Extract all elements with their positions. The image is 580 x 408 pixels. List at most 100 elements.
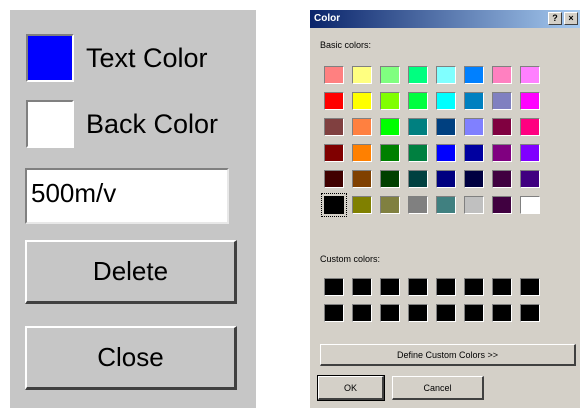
basic-color-cell[interactable] <box>320 192 348 218</box>
basic-color-cell[interactable] <box>516 192 544 218</box>
basic-color-cell[interactable] <box>488 166 516 192</box>
basic-color-cell[interactable] <box>348 192 376 218</box>
custom-color-cell[interactable] <box>404 300 432 326</box>
custom-colors-label: Custom colors: <box>320 254 381 264</box>
color-chip <box>324 118 344 136</box>
custom-color-cell[interactable] <box>516 300 544 326</box>
basic-color-cell[interactable] <box>432 192 460 218</box>
color-chip <box>324 170 344 188</box>
basic-color-cell[interactable] <box>488 62 516 88</box>
color-chip <box>352 92 372 110</box>
delete-button[interactable]: Delete <box>25 240 237 304</box>
color-chip <box>324 92 344 110</box>
basic-color-cell[interactable] <box>376 62 404 88</box>
color-chip <box>352 196 372 214</box>
custom-color-cell[interactable] <box>516 274 544 300</box>
color-chip <box>408 278 428 296</box>
custom-color-cell[interactable] <box>460 274 488 300</box>
channel-settings-panel: Text Color Back Color 500m/v Delete Clos… <box>10 10 256 408</box>
text-color-swatch[interactable] <box>26 34 74 82</box>
basic-color-cell[interactable] <box>348 114 376 140</box>
scale-value-field[interactable]: 500m/v <box>25 168 229 224</box>
custom-color-cell[interactable] <box>348 300 376 326</box>
custom-color-cell[interactable] <box>404 274 432 300</box>
color-chip <box>324 196 344 214</box>
basic-color-cell[interactable] <box>320 62 348 88</box>
basic-color-cell[interactable] <box>348 166 376 192</box>
ok-button[interactable]: OK <box>317 375 385 401</box>
text-color-label: Text Color <box>86 42 208 73</box>
custom-color-cell[interactable] <box>376 300 404 326</box>
color-chip <box>492 66 512 84</box>
basic-color-cell[interactable] <box>404 88 432 114</box>
basic-color-cell[interactable] <box>404 166 432 192</box>
custom-color-cell[interactable] <box>348 274 376 300</box>
cancel-button[interactable]: Cancel <box>392 376 484 400</box>
custom-color-cell[interactable] <box>460 300 488 326</box>
basic-color-cell[interactable] <box>320 114 348 140</box>
custom-color-cell[interactable] <box>320 300 348 326</box>
basic-color-cell[interactable] <box>320 166 348 192</box>
basic-color-cell[interactable] <box>348 140 376 166</box>
basic-color-cell[interactable] <box>516 166 544 192</box>
basic-color-cell[interactable] <box>516 62 544 88</box>
custom-color-cell[interactable] <box>432 300 460 326</box>
basic-color-cell[interactable] <box>376 166 404 192</box>
basic-color-cell[interactable] <box>320 140 348 166</box>
dialog-titlebar: Color ? × <box>310 10 580 28</box>
basic-color-cell[interactable] <box>376 114 404 140</box>
color-chip <box>408 118 428 136</box>
basic-color-cell[interactable] <box>432 62 460 88</box>
custom-colors-grid <box>320 274 544 326</box>
basic-color-cell[interactable] <box>460 114 488 140</box>
basic-color-cell[interactable] <box>404 62 432 88</box>
color-chip <box>464 118 484 136</box>
custom-color-cell[interactable] <box>376 274 404 300</box>
basic-color-cell[interactable] <box>460 166 488 192</box>
basic-color-cell[interactable] <box>376 140 404 166</box>
basic-color-cell[interactable] <box>348 88 376 114</box>
color-chip <box>492 196 512 214</box>
basic-color-cell[interactable] <box>488 140 516 166</box>
custom-color-cell[interactable] <box>432 274 460 300</box>
close-icon[interactable]: × <box>564 12 578 25</box>
basic-color-cell[interactable] <box>432 114 460 140</box>
basic-color-cell[interactable] <box>432 166 460 192</box>
basic-color-cell[interactable] <box>320 88 348 114</box>
basic-color-cell[interactable] <box>376 192 404 218</box>
color-chip <box>380 144 400 162</box>
color-dialog: Color ? × Basic colors: Custom colors: D… <box>310 10 580 408</box>
basic-color-cell[interactable] <box>460 88 488 114</box>
custom-color-cell[interactable] <box>488 274 516 300</box>
basic-color-cell[interactable] <box>376 88 404 114</box>
custom-color-cell[interactable] <box>320 274 348 300</box>
close-button[interactable]: Close <box>25 326 237 390</box>
help-icon[interactable]: ? <box>548 12 562 25</box>
basic-color-cell[interactable] <box>488 88 516 114</box>
basic-color-cell[interactable] <box>516 140 544 166</box>
back-color-swatch[interactable] <box>26 100 74 148</box>
color-chip <box>324 304 344 322</box>
basic-color-cell[interactable] <box>460 62 488 88</box>
basic-color-cell[interactable] <box>516 88 544 114</box>
basic-color-cell[interactable] <box>460 192 488 218</box>
basic-color-cell[interactable] <box>404 114 432 140</box>
basic-color-cell[interactable] <box>404 140 432 166</box>
basic-colors-grid <box>320 62 544 218</box>
color-chip <box>380 92 400 110</box>
basic-color-cell[interactable] <box>432 140 460 166</box>
basic-color-cell[interactable] <box>432 88 460 114</box>
basic-color-cell[interactable] <box>348 62 376 88</box>
basic-color-cell[interactable] <box>516 114 544 140</box>
basic-color-cell[interactable] <box>488 192 516 218</box>
color-chip <box>436 170 456 188</box>
custom-color-cell[interactable] <box>488 300 516 326</box>
color-chip <box>492 304 512 322</box>
define-custom-colors-button[interactable]: Define Custom Colors >> <box>320 344 576 366</box>
color-chip <box>464 66 484 84</box>
basic-color-cell[interactable] <box>488 114 516 140</box>
basic-color-cell[interactable] <box>460 140 488 166</box>
basic-color-cell[interactable] <box>404 192 432 218</box>
color-chip <box>408 170 428 188</box>
color-chip <box>352 278 372 296</box>
